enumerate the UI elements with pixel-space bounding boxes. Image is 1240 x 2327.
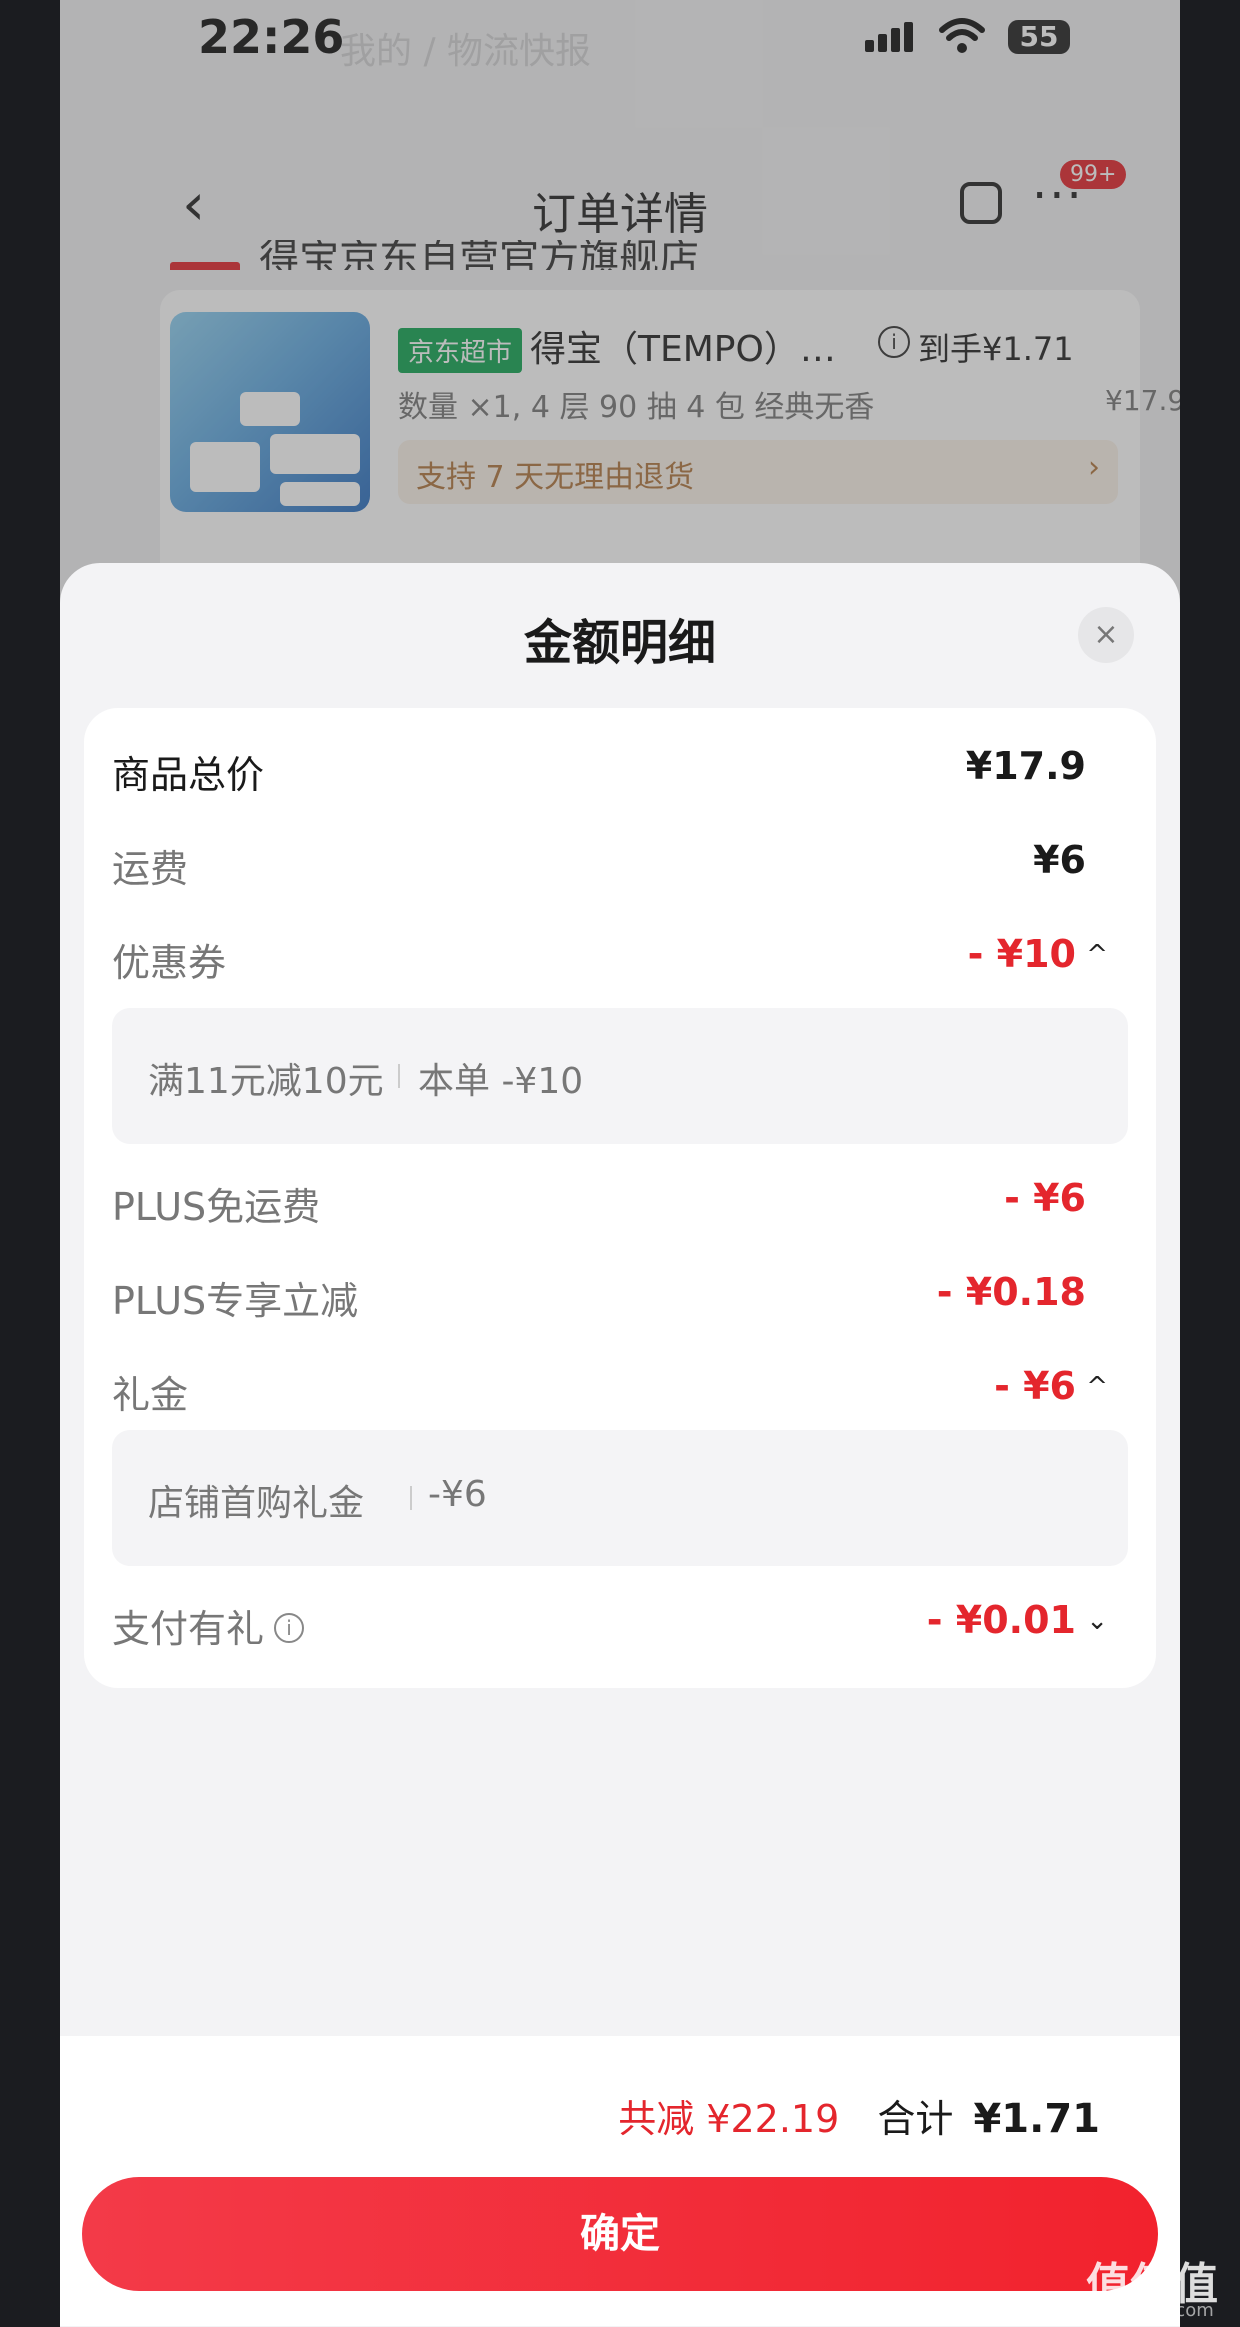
confirm-button[interactable]: 确定 xyxy=(82,2177,1158,2291)
sheet-title: 金额明细 xyxy=(523,615,716,671)
gift-cash-value: - ¥6 xyxy=(994,1364,1076,1408)
watermark-url: zhizhizhi.com xyxy=(1092,2300,1214,2321)
divider xyxy=(398,1064,400,1088)
amount-detail-card: 商品总价 ¥17.9 运费 ¥6 优惠券 - ¥10 ^ 满11元减10元 本单… xyxy=(84,708,1156,1688)
row-coupon[interactable]: 优惠券 - ¥10 ^ xyxy=(84,926,1156,986)
plus-discount-value: - ¥0.18 xyxy=(936,1270,1086,1314)
phone-screen: 22:26 我的 / 物流快报 55 ‹ 订单详情 ··· 99+ 得宝京东自营… xyxy=(60,0,1180,2327)
coupon-detail-box: 满11元减10元 本单 -¥10 xyxy=(112,1008,1128,1144)
chevron-up-icon[interactable]: ^ xyxy=(1086,940,1108,970)
divider xyxy=(410,1486,412,1510)
sheet-footer: 共减 ¥22.19 合计 ¥1.71 确定 xyxy=(60,2036,1180,2326)
row-shipping: 运费 ¥6 xyxy=(84,832,1156,892)
total-label: 合计 xyxy=(877,2097,954,2141)
row-pay-gift[interactable]: 支付有礼 i - ¥0.01 ⌄ xyxy=(84,1592,1156,1652)
info-icon[interactable]: i xyxy=(274,1612,305,1643)
total-value: ¥1.71 xyxy=(973,2096,1100,2142)
plus-discount-label: PLUS专享立减 xyxy=(112,1279,359,1323)
plus-free-shipping-label: PLUS免运费 xyxy=(112,1185,321,1229)
order-detail-background: 22:26 我的 / 物流快报 55 ‹ 订单详情 ··· 99+ 得宝京东自营… xyxy=(60,0,1180,620)
gift-amount: -¥6 xyxy=(428,1474,487,1515)
total-summary: 共减 ¥22.19 合计 ¥1.71 xyxy=(618,2088,1100,2143)
coupon-amount: 本单 -¥10 xyxy=(418,1061,584,1102)
pay-gift-label-wrap: 支付有礼 i xyxy=(112,1598,305,1653)
coupon-rule: 满11元减10元 xyxy=(148,1061,384,1102)
plus-free-shipping-value: - ¥6 xyxy=(1004,1176,1086,1220)
chevron-up-icon[interactable]: ^ xyxy=(1086,1372,1108,1402)
modal-overlay[interactable] xyxy=(60,0,1180,620)
coupon-label: 优惠券 xyxy=(112,941,227,985)
coupon-value: - ¥10 xyxy=(967,932,1076,976)
pay-gift-value: - ¥0.01 xyxy=(926,1598,1076,1642)
gift-cash-label: 礼金 xyxy=(112,1373,189,1417)
goods-total-value: ¥17.9 xyxy=(965,744,1086,788)
row-goods-total: 商品总价 ¥17.9 xyxy=(84,738,1156,798)
shipping-value: ¥6 xyxy=(1033,838,1086,882)
row-gift-cash[interactable]: 礼金 - ¥6 ^ xyxy=(84,1358,1156,1418)
chevron-down-icon[interactable]: ⌄ xyxy=(1086,1606,1108,1636)
total-reduce: 共减 ¥22.19 xyxy=(618,2097,840,2141)
gift-detail-box: 店铺首购礼金 -¥6 xyxy=(112,1430,1128,1566)
goods-total-label: 商品总价 xyxy=(112,753,265,797)
shipping-label: 运费 xyxy=(112,847,189,891)
row-plus-discount: PLUS专享立减 - ¥0.18 xyxy=(84,1264,1156,1324)
amount-detail-sheet: 金额明细 × 商品总价 ¥17.9 运费 ¥6 优惠券 - ¥10 ^ 满11元… xyxy=(60,563,1180,2327)
row-plus-free-shipping: PLUS免运费 - ¥6 xyxy=(84,1170,1156,1230)
gift-rule: 店铺首购礼金 xyxy=(148,1483,365,1524)
pay-gift-label: 支付有礼 xyxy=(112,1607,265,1651)
close-button[interactable]: × xyxy=(1078,607,1134,663)
